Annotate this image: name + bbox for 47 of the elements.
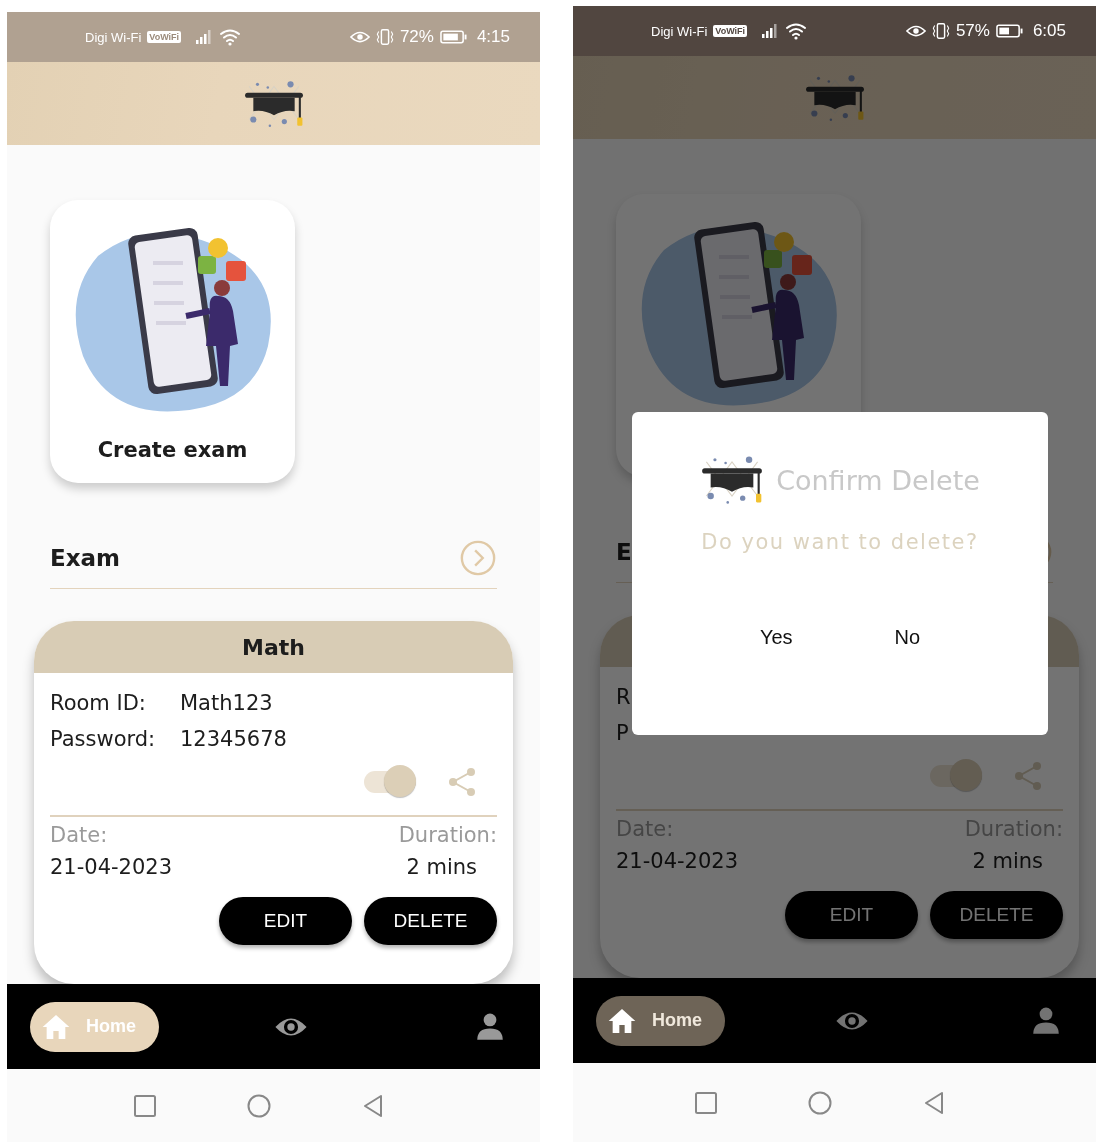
vowifi-badge: VoWiFi: [147, 31, 182, 43]
dialog-message: Do you want to delete?: [701, 530, 979, 554]
signal-icon: [195, 29, 214, 45]
battery-icon: [995, 24, 1023, 38]
vowifi-badge: VoWiFi: [713, 25, 748, 37]
eye-icon: [349, 30, 370, 44]
password-label: P: [616, 721, 630, 745]
status-time: 6:05: [1032, 21, 1066, 41]
password-label: Password:: [50, 727, 157, 751]
duration-value: 2 mins: [405, 854, 478, 879]
create-exam-card[interactable]: Create exam: [50, 200, 295, 483]
date-value: 21-04-2023: [616, 848, 740, 873]
status-time: 4:15: [476, 27, 510, 47]
battery-percent: 57%: [955, 21, 990, 41]
vibrate-icon: [375, 28, 394, 46]
wifi-icon: [785, 22, 808, 40]
room-id-label: Room ID:: [50, 691, 147, 715]
section-title: Exam: [50, 544, 121, 571]
wifi-icon: [219, 28, 242, 46]
no-button[interactable]: No: [888, 622, 927, 653]
home-circle-icon[interactable]: [246, 1093, 271, 1118]
yes-button[interactable]: Yes: [753, 622, 799, 653]
recents-icon[interactable]: [132, 1093, 157, 1118]
carrier-name: Digi Wi-Fi: [651, 23, 708, 39]
vibrate-icon: [931, 22, 950, 40]
edit-button[interactable]: EDIT: [219, 896, 352, 945]
create-exam-label: Create exam: [97, 438, 248, 462]
edit-button[interactable]: EDIT: [785, 890, 918, 939]
battery-icon: [439, 30, 467, 44]
password-value: 12345678: [180, 727, 287, 751]
date-label: Date:: [50, 822, 109, 847]
duration-label: Duration:: [397, 822, 497, 847]
delete-button[interactable]: DELETE: [364, 896, 497, 945]
carrier-name: Digi Wi-Fi: [85, 29, 142, 45]
date-value: 21-04-2023: [50, 854, 174, 879]
battery-percent: 72%: [399, 27, 434, 47]
home-tab[interactable]: Home: [596, 995, 725, 1046]
eye-icon: [905, 24, 926, 38]
delete-button[interactable]: DELETE: [930, 890, 1063, 939]
room-id-label: R: [616, 685, 632, 709]
duration-value: 2 mins: [971, 848, 1044, 873]
signal-icon: [761, 23, 780, 39]
recents-icon[interactable]: [693, 1090, 718, 1115]
section-title: E: [616, 538, 632, 565]
room-id-value: Math123: [180, 691, 273, 715]
home-circle-icon[interactable]: [807, 1090, 832, 1115]
exam-title: Math: [242, 634, 305, 660]
